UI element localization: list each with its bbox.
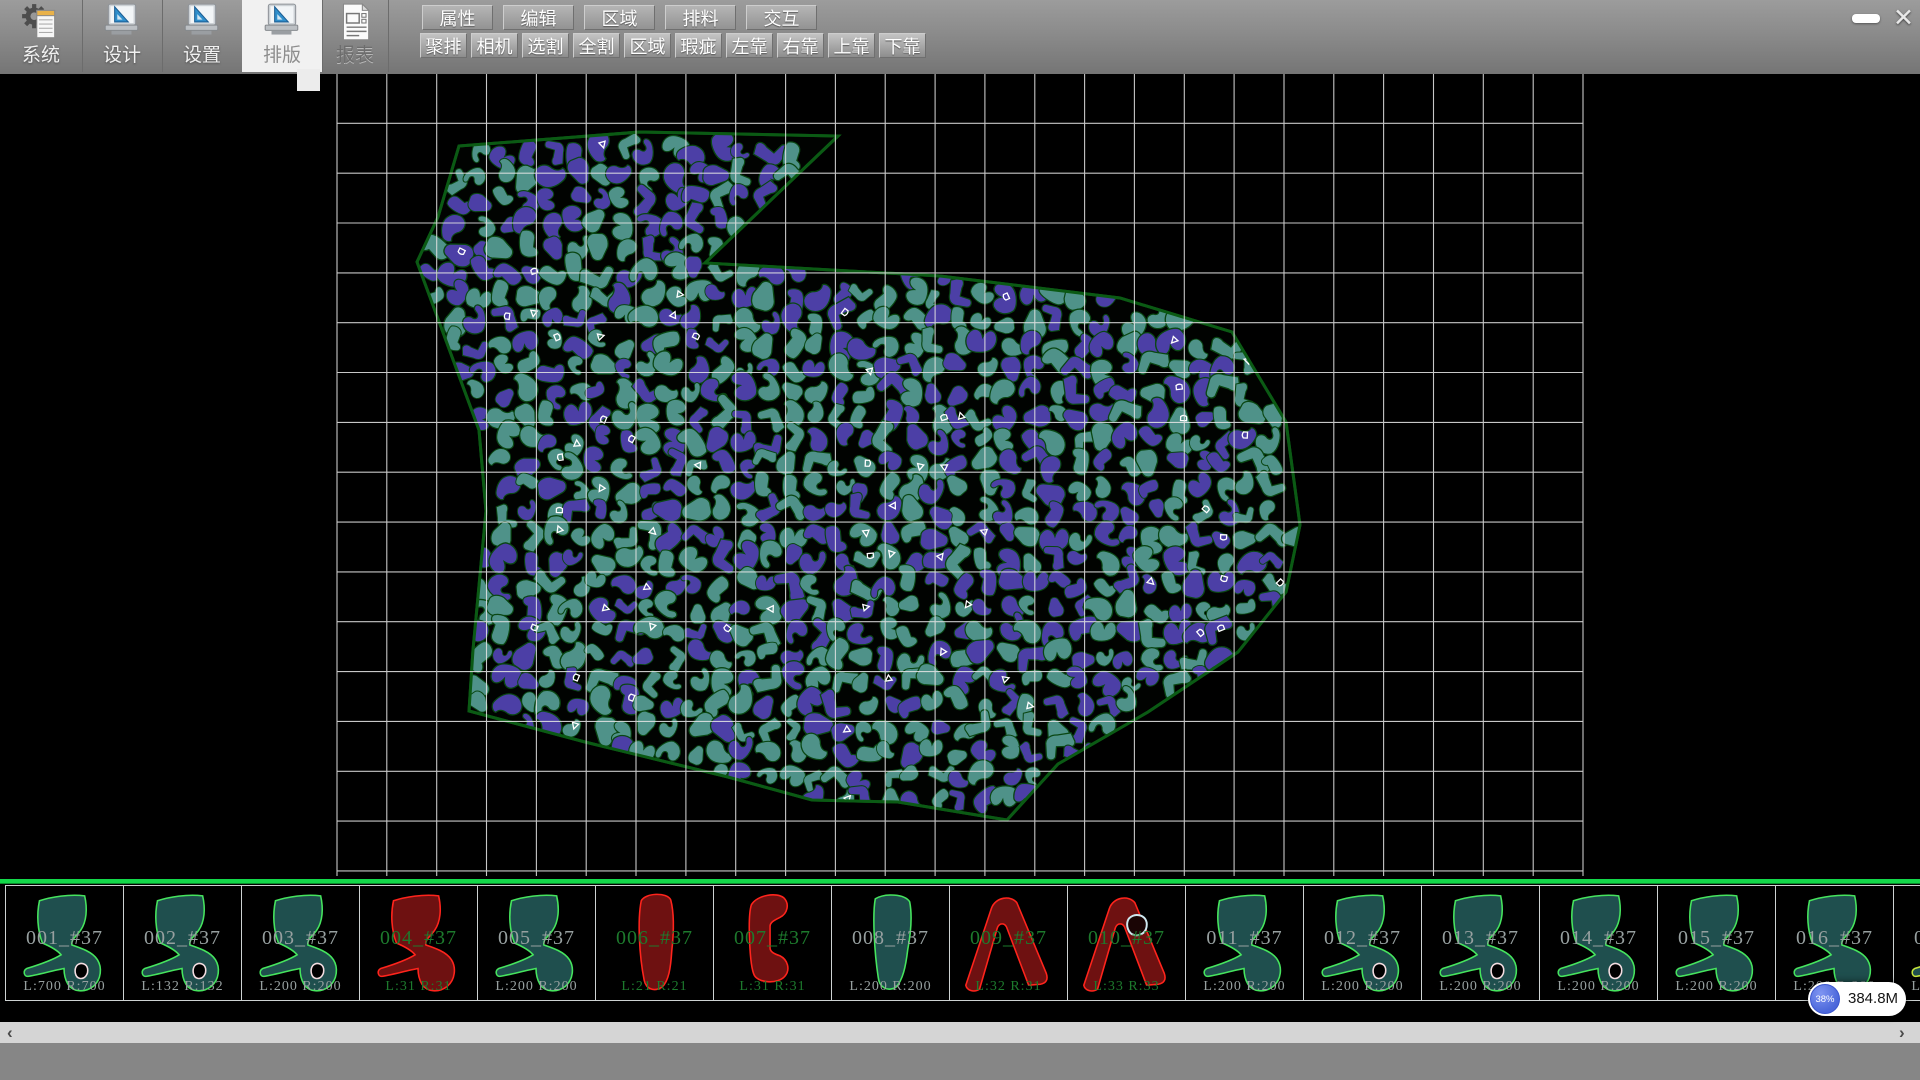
thumbnail-001_#37[interactable]: 001_#37 L:700 R:700 [5,885,124,1001]
thumbnail-006_#37[interactable]: 006_#37 L:21 R:21 [595,885,714,1001]
piece-shape [721,889,825,997]
thumbnail-007_#37[interactable]: 007_#37 L:31 R:31 [713,885,832,1001]
piece-shape [957,889,1061,997]
canvas-corner-chip [297,69,320,91]
nav-label: 排版 [263,44,301,68]
piece-shape [13,889,117,997]
piece-shape [1783,889,1887,997]
menu-item-4[interactable]: 排料 [665,5,736,30]
scroll-right-icon[interactable]: › [1899,1022,1905,1043]
close-button[interactable]: ✕ [1888,3,1919,33]
thumbnail-011_#37[interactable]: 011_#37 L:200 R:200 [1185,885,1304,1001]
piece-shape [1311,889,1415,997]
canvas-svg [0,74,1920,880]
nav-label: 设置 [183,44,221,68]
piece-shape [1547,889,1651,997]
thumbnail-009_#37[interactable]: 009_#37 L:32 R:31 [949,885,1068,1001]
thumbnail-004_#37[interactable]: 004_#37 L:31 R:31 [359,885,478,1001]
thumbnail-014_#37[interactable]: 014_#37 L:200 R:200 [1539,885,1658,1001]
progress-percent: 38% [1815,994,1834,1005]
tool-item-8[interactable]: 右靠 [777,33,824,58]
nav-tile-system[interactable]: 系统 [0,0,83,72]
nav-label: 系统 [22,44,60,68]
tool-item-3[interactable]: 选割 [522,33,569,58]
menu-row-2: 聚排相机选割全割区域瑕疵左靠右靠上靠下靠 [420,33,926,58]
tool-item-5[interactable]: 区域 [624,33,671,58]
thumbnail-003_#37[interactable]: 003_#37 L:200 R:200 [241,885,360,1001]
minimize-icon [1852,14,1880,23]
report-doc-icon [334,2,376,44]
nav-tile-report[interactable]: 报表 [322,0,389,72]
piece-shape [367,889,471,997]
piece-shape [131,889,235,997]
piece-shape [1193,889,1297,997]
piece-shape [1075,889,1179,997]
laptop-ruler-icon [181,2,223,44]
nav-tile-settings[interactable]: 设置 [162,0,243,72]
tool-item-1[interactable]: 聚排 [420,33,467,58]
piece-shape [1429,889,1533,997]
tool-item-6[interactable]: 瑕疵 [675,33,722,58]
top-toolbar: 系统 设计 设置 排版 报表 属性编辑区域排料交互 聚排相机选割全割区域瑕疵左靠… [0,0,1920,76]
piece-thumbnail-strip: 001_#37 L:700 R:700 002_#37 L:132 R:132 … [0,884,1920,1022]
thumbnail-008_#37[interactable]: 008_#37 L:200 R:200 [831,885,950,1001]
tool-item-7[interactable]: 左靠 [726,33,773,58]
gear-doc-icon [20,2,62,44]
minimize-button[interactable] [1845,3,1887,33]
piece-shape [1665,889,1769,997]
thumbnail-002_#37[interactable]: 002_#37 L:132 R:132 [123,885,242,1001]
memory-indicator: 384.8M [1848,982,1898,1016]
menu-item-2[interactable]: 编辑 [503,5,574,30]
menu-item-5[interactable]: 交互 [746,5,817,30]
tool-item-10[interactable]: 下靠 [879,33,926,58]
tool-item-9[interactable]: 上靠 [828,33,875,58]
thumbnail-005_#37[interactable]: 005_#37 L:200 R:200 [477,885,596,1001]
nav-tile-layout[interactable]: 排版 [242,0,323,72]
close-icon: ✕ [1893,3,1914,33]
nav-tile-design[interactable]: 设计 [82,0,163,72]
thumbnail-010_#37[interactable]: 010_#37 L:33 R:33 [1067,885,1186,1001]
piece-shape [603,889,707,997]
menu-item-3[interactable]: 区域 [584,5,655,30]
bottom-statusbar [0,1043,1920,1080]
nav-label: 设计 [103,44,141,68]
laptop-ruler-icon [101,2,143,44]
menu-item-1[interactable]: 属性 [422,5,493,30]
nav-label: 报表 [336,44,374,68]
laptop-ruler-icon [261,2,303,44]
thumbnail-012_#37[interactable]: 012_#37 L:200 R:200 [1303,885,1422,1001]
piece-shape [249,889,353,997]
tool-item-2[interactable]: 相机 [471,33,518,58]
horizontal-scrollbar[interactable]: ‹ › [0,1022,1920,1043]
tool-item-4[interactable]: 全割 [573,33,620,58]
progress-circle: 38% [1810,984,1840,1014]
piece-shape [839,889,943,997]
thumbnail-015_#37[interactable]: 015_#37 L:200 R:200 [1657,885,1776,1001]
scroll-left-icon[interactable]: ‹ [7,1022,13,1043]
piece-shape [1901,889,1920,997]
thumbnail-013_#37[interactable]: 013_#37 L:200 R:200 [1421,885,1540,1001]
menu-row-1: 属性编辑区域排料交互 [422,5,817,30]
piece-shape [485,889,589,997]
status-badge: 38% 384.8M [1808,982,1906,1016]
